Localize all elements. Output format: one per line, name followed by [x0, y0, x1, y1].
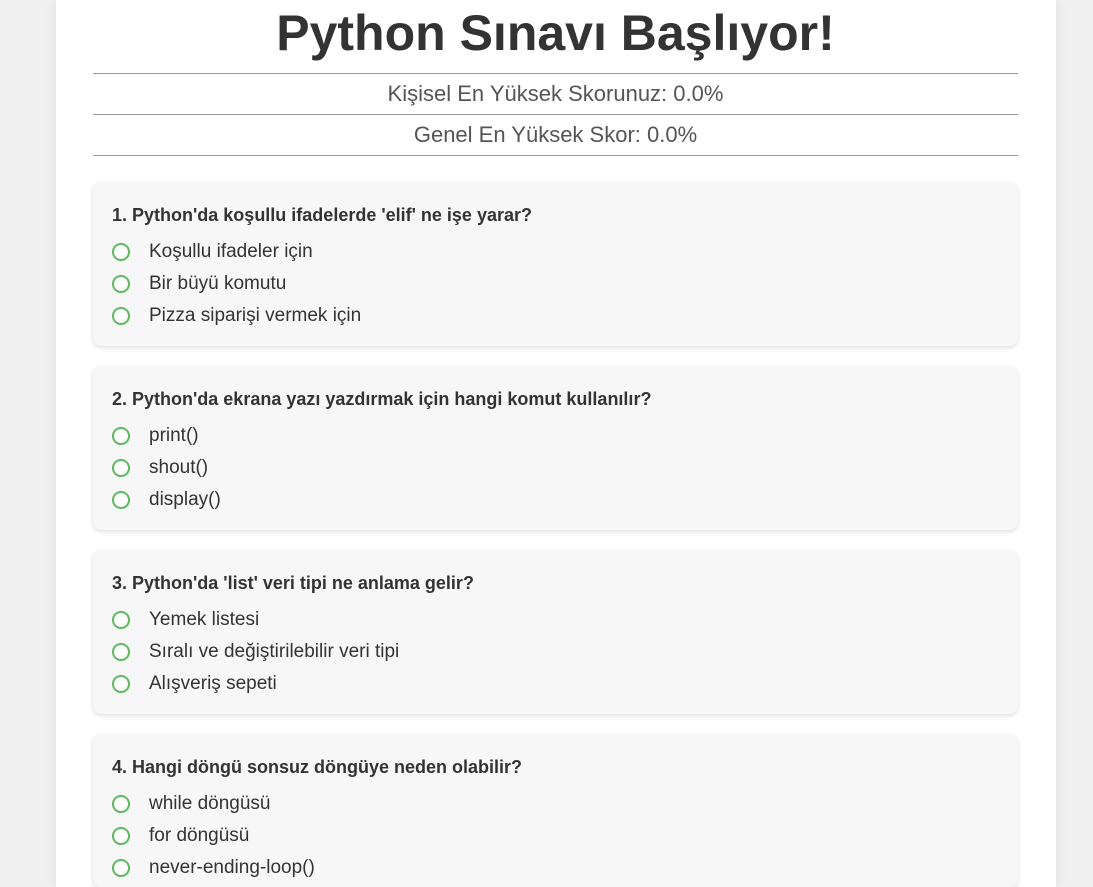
radio-button[interactable] — [112, 491, 130, 509]
answer-option[interactable]: for döngüsü — [112, 820, 999, 852]
question-card-3: 3. Python'da 'list' veri tipi ne anlama … — [93, 550, 1018, 714]
quiz-container: Python Sınavı Başlıyor! Kişisel En Yükse… — [56, 0, 1056, 887]
radio-button[interactable] — [112, 675, 130, 693]
option-label[interactable]: Pizza siparişi vermek için — [149, 305, 361, 327]
answer-option[interactable]: Sıralı ve değiştirilebilir veri tipi — [112, 636, 999, 668]
question-card-4: 4. Hangi döngü sonsuz döngüye neden olab… — [93, 734, 1018, 887]
radio-button[interactable] — [112, 459, 130, 477]
option-label[interactable]: Alışveriş sepeti — [149, 673, 277, 695]
radio-button[interactable] — [112, 427, 130, 445]
radio-button[interactable] — [112, 243, 130, 261]
quiz-content: Python Sınavı Başlıyor! Kişisel En Yükse… — [93, 0, 1018, 887]
option-label[interactable]: Koşullu ifadeler için — [149, 241, 313, 263]
option-label[interactable]: shout() — [149, 457, 208, 479]
option-label[interactable]: for döngüsü — [149, 825, 249, 847]
option-label[interactable]: display() — [149, 489, 221, 511]
question-card-2: 2. Python'da ekrana yazı yazdırmak için … — [93, 366, 1018, 530]
option-label[interactable]: Yemek listesi — [149, 609, 259, 631]
option-label[interactable]: while döngüsü — [149, 793, 270, 815]
radio-button[interactable] — [112, 795, 130, 813]
answer-option[interactable]: shout() — [112, 452, 999, 484]
answer-option[interactable]: Bir büyü komutu — [112, 268, 999, 300]
radio-button[interactable] — [112, 643, 130, 661]
question-text: 4. Hangi döngü sonsuz döngüye neden olab… — [112, 757, 523, 777]
radio-button[interactable] — [112, 275, 130, 293]
question-text: 1. Python'da koşullu ifadelerde 'elif' n… — [112, 205, 532, 225]
answer-option[interactable]: Alışveriş sepeti — [112, 668, 999, 700]
personal-best-score: Kişisel En Yüksek Skorunuz: 0.0% — [93, 73, 1018, 114]
answer-option[interactable]: display() — [112, 484, 999, 516]
answer-option[interactable]: while döngüsü — [112, 788, 999, 820]
option-label[interactable]: never-ending-loop() — [149, 857, 315, 879]
option-label[interactable]: print() — [149, 425, 199, 447]
radio-button[interactable] — [112, 307, 130, 325]
answer-option[interactable]: print() — [112, 420, 999, 452]
page-title: Python Sınavı Başlıyor! — [276, 5, 835, 61]
answer-option[interactable]: Pizza siparişi vermek için — [112, 300, 999, 332]
option-label[interactable]: Bir büyü komutu — [149, 273, 286, 295]
option-label[interactable]: Sıralı ve değiştirilebilir veri tipi — [149, 641, 399, 663]
question-card-1: 1. Python'da koşullu ifadelerde 'elif' n… — [93, 182, 1018, 346]
radio-button[interactable] — [112, 827, 130, 845]
answer-option[interactable]: never-ending-loop() — [112, 852, 999, 884]
question-text: 3. Python'da 'list' veri tipi ne anlama … — [112, 573, 474, 593]
global-best-score: Genel En Yüksek Skor: 0.0% — [93, 114, 1018, 156]
radio-button[interactable] — [112, 611, 130, 629]
question-text: 2. Python'da ekrana yazı yazdırmak için … — [112, 389, 652, 409]
answer-option[interactable]: Koşullu ifadeler için — [112, 236, 999, 268]
answer-option[interactable]: Yemek listesi — [112, 604, 999, 636]
radio-button[interactable] — [112, 859, 130, 877]
